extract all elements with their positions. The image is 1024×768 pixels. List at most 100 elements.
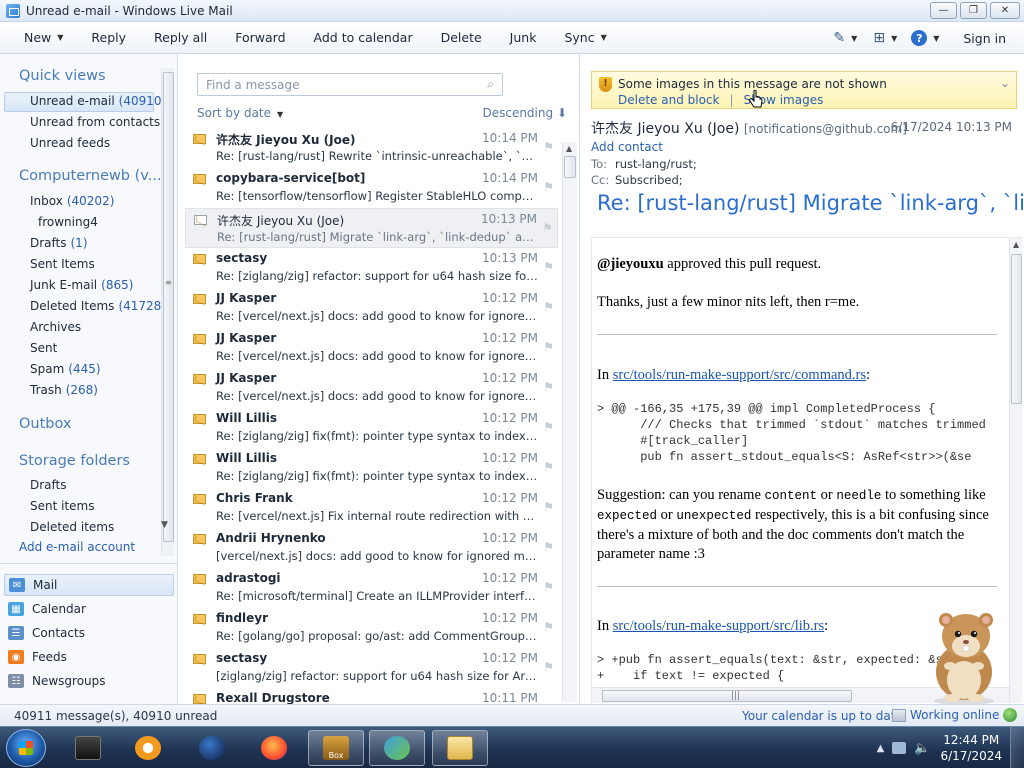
message-row[interactable]: JJ Kasper 10:12 PM ⚑ Re: [vercel/next.js… (185, 368, 558, 408)
outbox-header[interactable]: Outbox (19, 416, 72, 432)
lib-rs-link[interactable]: src/tools/run-make-support/src/lib.rs (613, 618, 824, 634)
nav-item-storage-deleted-items[interactable]: Deleted items (30, 520, 114, 534)
scrollbar-thumb[interactable] (1011, 254, 1022, 404)
command-rs-link[interactable]: src/tools/run-make-support/src/command.r… (613, 367, 866, 383)
scrollbar-thumb[interactable]: ||| (602, 690, 852, 702)
scrollbar-thumb[interactable] (564, 156, 576, 178)
show-hidden-icons-icon[interactable]: ▲ (877, 743, 885, 754)
message-row[interactable]: sectasy 10:13 PM ⚑ Re: [ziglang/zig] ref… (185, 248, 558, 288)
nav-item-deleted-items[interactable]: Deleted Items (41728) (30, 299, 166, 313)
taskbar-app-terminal[interactable] (60, 730, 116, 766)
message-row-selected[interactable]: 许杰友 Jieyou Xu (Joe) 10:13 PM ⚑ Re: [rust… (185, 208, 558, 248)
message-list-scrollbar[interactable]: ▲ (562, 142, 577, 702)
add-to-calendar-button[interactable]: Add to calendar (300, 22, 427, 54)
flag-icon[interactable]: ⚑ (543, 620, 554, 634)
taskbar-app-firefox[interactable] (246, 730, 302, 766)
flag-icon[interactable]: ⚑ (543, 660, 554, 674)
account-header[interactable]: Computernewb (v... (19, 168, 162, 184)
message-row[interactable]: JJ Kasper 10:12 PM ⚑ Re: [vercel/next.js… (185, 288, 558, 328)
nav-item-unread-from-contacts[interactable]: Unread from contacts (30, 115, 160, 129)
flag-icon[interactable]: ⚑ (543, 340, 554, 354)
flag-icon[interactable]: ⚑ (543, 460, 554, 474)
nav-item-frowning4[interactable]: frowning4 (38, 215, 98, 229)
maximize-button[interactable]: ❐ (960, 2, 987, 19)
message-row[interactable]: Will Lillis 10:12 PM ⚑ Re: [ziglang/zig]… (185, 408, 558, 448)
online-status[interactable]: Working online (892, 708, 1018, 722)
message-row[interactable]: findleyr 10:12 PM ⚑ Re: [golang/go] prop… (185, 608, 558, 648)
flag-icon[interactable]: ⚑ (543, 500, 554, 514)
flag-icon[interactable]: ⚑ (542, 221, 553, 235)
layout-icon[interactable]: ⊞ ▼ (865, 22, 905, 54)
nav-item-sent-items[interactable]: Sent Items (30, 257, 95, 271)
flag-icon[interactable]: ⚑ (543, 260, 554, 274)
flag-icon[interactable]: ⚑ (543, 180, 554, 194)
nav-item-archives[interactable]: Archives (30, 320, 81, 334)
nav-item-spam[interactable]: Spam (445) (30, 362, 101, 376)
quick-views-header[interactable]: Quick views (19, 68, 106, 84)
nav-item-junk-email[interactable]: Junk E-mail (865) (30, 278, 133, 292)
message-row[interactable]: Andrii Hrynenko 10:12 PM ⚑ [vercel/next.… (185, 528, 558, 568)
scroll-up-icon[interactable]: ▲ (1013, 240, 1019, 249)
sender-name[interactable]: 许杰友 Jieyou Xu (Joe) (591, 121, 739, 137)
add-contact-link[interactable]: Add contact (591, 140, 663, 154)
nav-contacts[interactable]: ☰ Contacts (4, 622, 174, 644)
close-button[interactable]: ✕ (990, 2, 1020, 19)
taskbar-app-contacts[interactable] (369, 730, 425, 766)
flag-icon[interactable]: ⚑ (543, 540, 554, 554)
message-row[interactable]: adrastogi 10:12 PM ⚑ Re: [microsoft/term… (185, 568, 558, 608)
nav-item-sent[interactable]: Sent (30, 341, 57, 355)
storage-folders-header[interactable]: Storage folders (19, 453, 130, 469)
taskbar-app-media-player[interactable] (120, 730, 176, 766)
volume-icon[interactable]: 🔈 (914, 741, 930, 756)
message-row[interactable]: Will Lillis 10:12 PM ⚑ Re: [ziglang/zig]… (185, 448, 558, 488)
nav-item-unread-email[interactable]: Unread e-mail (40910) (30, 94, 166, 108)
message-row[interactable]: copybara-service[bot] 10:14 PM ⚑ Re: [te… (185, 168, 558, 208)
taskbar-app-windows-live-mail[interactable] (432, 730, 488, 766)
delete-and-block-link[interactable]: Delete and block (618, 93, 719, 107)
approver-name[interactable]: @jieyouxu (597, 256, 664, 272)
add-email-account-link[interactable]: Add e-mail account (19, 540, 135, 554)
flag-icon[interactable]: ⚑ (543, 420, 554, 434)
scrollbar-thumb[interactable] (163, 72, 174, 542)
scroll-down-icon[interactable]: ▼ (161, 520, 168, 530)
scroll-up-icon[interactable]: ▲ (566, 144, 572, 153)
start-button[interactable] (6, 729, 46, 767)
message-row[interactable]: JJ Kasper 10:12 PM ⚑ Re: [vercel/next.js… (185, 328, 558, 368)
reply-button[interactable]: Reply (77, 22, 140, 54)
message-row[interactable]: Chris Frank 10:12 PM ⚑ Re: [vercel/next.… (185, 488, 558, 528)
sync-button[interactable]: Sync ▼ (550, 22, 620, 54)
nav-item-storage-drafts[interactable]: Drafts (30, 478, 67, 492)
message-row[interactable]: 许杰友 Jieyou Xu (Joe) 10:14 PM ⚑ Re: [rust… (185, 128, 558, 168)
nav-item-drafts[interactable]: Drafts (1) (30, 236, 88, 250)
nav-calendar[interactable]: ▦ Calendar (4, 598, 174, 620)
message-row[interactable]: Rexall Drugstore 10:11 PM (185, 688, 558, 704)
taskbar-app-box[interactable]: Box (308, 730, 364, 766)
minimize-button[interactable]: — (930, 2, 957, 19)
search-icon[interactable]: ⌕ (487, 77, 494, 92)
forward-button[interactable]: Forward (221, 22, 299, 54)
message-row[interactable]: sectasy 10:12 PM ⚑ [ziglang/zig] refacto… (185, 648, 558, 688)
nav-item-inbox[interactable]: Inbox (40202) (30, 194, 114, 208)
flag-icon[interactable]: ⚑ (543, 300, 554, 314)
paintbrush-icon[interactable]: ✎ ▼ (825, 22, 865, 54)
nav-newsgroups[interactable]: ☷ Newsgroups (4, 670, 174, 692)
junk-button[interactable]: Junk (496, 22, 551, 54)
calendar-status[interactable]: Your calendar is up to date (742, 709, 903, 723)
folder-scrollbar[interactable]: ≡ (161, 68, 174, 556)
message-body-scrollbar[interactable]: ▲ (1009, 238, 1022, 703)
search-input[interactable]: Find a message ⌕ (197, 73, 503, 96)
nav-item-unread-feeds[interactable]: Unread feeds (30, 136, 110, 150)
sort-by-date-dropdown[interactable]: Sort by date ▼ (197, 106, 283, 120)
help-button[interactable]: ? ▼ (905, 22, 945, 54)
flag-icon[interactable]: ⚑ (543, 380, 554, 394)
show-desktop-button[interactable] (1010, 727, 1024, 768)
network-icon[interactable] (892, 742, 907, 754)
flag-icon[interactable]: ⚑ (543, 140, 554, 154)
sign-in-button[interactable]: Sign in (945, 22, 1024, 54)
nav-item-storage-sent-items[interactable]: Sent items (30, 499, 95, 513)
sort-order-toggle[interactable]: Descending ⬇ (482, 106, 567, 120)
delete-button[interactable]: Delete (427, 22, 496, 54)
chevron-down-icon[interactable]: ⌄ (1000, 76, 1010, 90)
nav-mail[interactable]: ✉ Mail (4, 574, 174, 596)
taskbar-app-globe[interactable] (184, 730, 240, 766)
